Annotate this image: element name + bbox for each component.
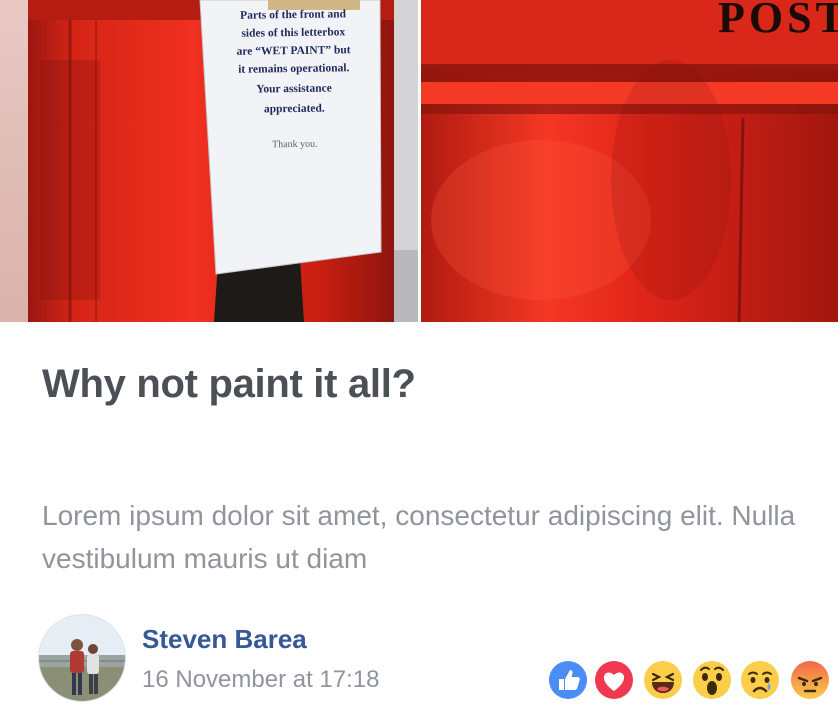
- laughing-face-icon: [644, 661, 682, 699]
- post-title[interactable]: Why not paint it all?: [42, 362, 416, 407]
- sad-reaction[interactable]: [740, 660, 780, 700]
- author-name-link[interactable]: Steven Barea: [142, 624, 307, 655]
- notice-line: Parts of the front and: [240, 8, 347, 22]
- haha-reaction[interactable]: [643, 660, 683, 700]
- postbox-lettering: POST: [718, 0, 838, 42]
- heart-icon: [595, 661, 633, 699]
- profile-photo-icon: [39, 615, 125, 701]
- notice-line: sides of this letterbox: [241, 26, 346, 40]
- angry-face-icon: [791, 661, 829, 699]
- love-reaction[interactable]: [594, 660, 634, 700]
- surprised-face-icon: [693, 661, 731, 699]
- wow-reaction[interactable]: [692, 660, 732, 700]
- angry-reaction[interactable]: [790, 660, 830, 700]
- postbox-closeup-image: [421, 0, 838, 322]
- thumbs-up-icon: [549, 661, 587, 699]
- notice-line: appreciated.: [263, 102, 325, 116]
- notice-line: are “WET PAINT” but: [236, 44, 351, 58]
- post-timestamp-link[interactable]: 16 November at 17:18: [142, 666, 379, 694]
- author-avatar[interactable]: [38, 614, 126, 702]
- like-reaction[interactable]: [548, 660, 588, 700]
- post-photo-left[interactable]: Parts of the front and sides of this let…: [0, 0, 418, 322]
- notice-line: Thank you.: [272, 138, 318, 151]
- post-photo-right[interactable]: POST: [421, 0, 838, 322]
- notice-line: Your assistance: [256, 82, 332, 96]
- post-photo-gallery: Parts of the front and sides of this let…: [0, 0, 838, 322]
- notice-line: it remains operational.: [238, 62, 350, 76]
- post-excerpt: Lorem ipsum dolor sit amet, consectetur …: [42, 500, 796, 575]
- crying-face-icon: [741, 661, 779, 699]
- notice-text-block: Parts of the front and sides of this let…: [211, 5, 377, 161]
